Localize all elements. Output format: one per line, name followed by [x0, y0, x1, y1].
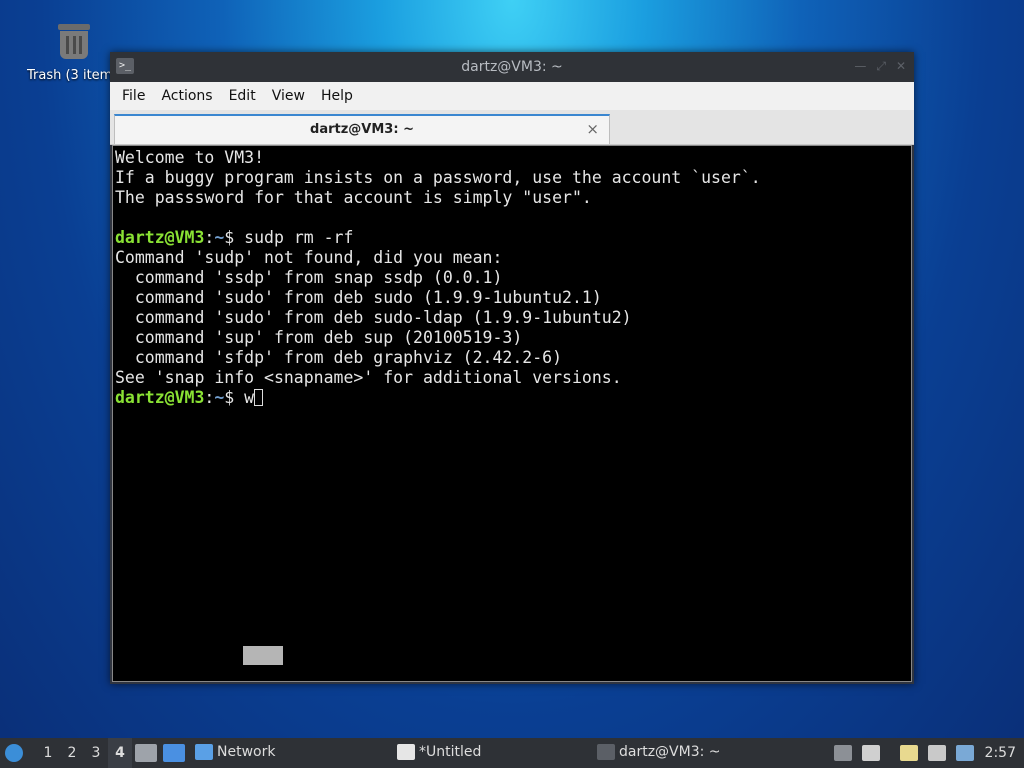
terminal-line: The passsword for that account is simply… — [115, 188, 592, 207]
prompt-dollar: $ — [224, 228, 245, 247]
update-notifier-icon[interactable] — [955, 745, 974, 761]
terminal-window: >_ dartz@VM3: ~ — ⤢ ✕ File Actions Edit … — [110, 52, 914, 684]
start-menu-button[interactable] — [0, 738, 28, 768]
trash-icon — [56, 22, 92, 62]
workspace-3[interactable]: 3 — [84, 745, 108, 761]
scroll-up-icon[interactable] — [833, 745, 852, 761]
terminal-line: Welcome to VM3! — [115, 148, 265, 167]
task-terminal[interactable]: dartz@VM3: ~ — [597, 744, 721, 760]
menu-view[interactable]: View — [264, 88, 313, 104]
terminal-line: If a buggy program insists on a password… — [115, 168, 761, 187]
clock[interactable]: 2:57 — [985, 745, 1016, 761]
terminal-line: command 'ssdp' from snap ssdp (0.0.1) — [115, 268, 503, 287]
tab-title: dartz@VM3: ~ — [310, 122, 414, 137]
workspace-4[interactable]: 4 — [108, 738, 132, 768]
file-manager-icon[interactable] — [135, 744, 157, 762]
prompt-separator: : — [204, 228, 215, 247]
terminal-line: command 'sudo' from deb sudo (1.9.9-1ubu… — [115, 288, 602, 307]
terminal-line: command 'sup' from deb sup (20100519-3) — [115, 328, 523, 347]
scroll-indicator[interactable] — [243, 646, 283, 665]
task-terminal-label: dartz@VM3: ~ — [619, 744, 721, 760]
taskbar: 1 2 3 4 Network *Untitled dartz@VM3: ~ 2… — [0, 738, 1024, 768]
folder-icon — [195, 744, 213, 760]
prompt-separator: : — [204, 388, 215, 407]
close-icon[interactable]: ✕ — [896, 59, 906, 74]
lubuntu-logo-icon — [5, 744, 23, 762]
trash-label: Trash (3 items) — [27, 68, 113, 83]
menu-edit[interactable]: Edit — [221, 88, 264, 104]
prompt-path: ~ — [214, 228, 225, 247]
task-untitled[interactable]: *Untitled — [397, 744, 481, 760]
network-label: Network — [217, 744, 276, 760]
prompt-line: dartz@VM3:~$ sudp rm -rf — [115, 228, 911, 248]
prompt-path: ~ — [214, 388, 225, 407]
terminal-icon — [597, 744, 615, 760]
volume-icon[interactable] — [861, 745, 880, 761]
network-icon[interactable] — [927, 745, 946, 761]
prompt-line: dartz@VM3:~$ w — [115, 388, 911, 408]
maximize-icon[interactable]: ⤢ — [876, 59, 886, 74]
text-cursor — [254, 389, 264, 406]
clipboard-icon[interactable] — [899, 745, 918, 761]
menu-actions[interactable]: Actions — [153, 88, 220, 104]
terminal-line: command 'sudo' from deb sudo-ldap (1.9.9… — [115, 308, 632, 327]
system-tray: 2:57 — [829, 738, 1024, 768]
network-launcher[interactable]: Network — [195, 744, 275, 760]
menu-file[interactable]: File — [114, 88, 153, 104]
text-editor-icon — [397, 744, 415, 760]
prompt-user: dartz@VM3 — [115, 388, 205, 407]
window-title: dartz@VM3: ~ — [461, 59, 563, 75]
terminal-line: See 'snap info <snapname>' for additiona… — [115, 368, 622, 387]
trash-desktop-icon[interactable]: Trash (3 items) — [24, 22, 124, 83]
command-text: sudp rm -rf — [244, 228, 354, 247]
minimize-icon[interactable]: — — [854, 59, 866, 74]
workspace-1[interactable]: 1 — [36, 745, 60, 761]
terminal-line: Command 'sudp' not found, did you mean: — [115, 248, 503, 267]
command-text: w — [244, 388, 255, 407]
menu-bar: File Actions Edit View Help — [110, 82, 914, 110]
workspace-2[interactable]: 2 — [60, 745, 84, 761]
tab-close-icon[interactable]: × — [586, 120, 599, 138]
terminal-output[interactable]: Welcome to VM3! If a buggy program insis… — [112, 145, 912, 682]
tab-terminal[interactable]: dartz@VM3: ~ × — [114, 114, 610, 144]
task-untitled-label: *Untitled — [419, 744, 482, 760]
terminal-line: command 'sfdp' from deb graphviz (2.42.2… — [115, 348, 563, 367]
window-titlebar[interactable]: >_ dartz@VM3: ~ — ⤢ ✕ — [110, 52, 914, 82]
menu-help[interactable]: Help — [313, 88, 361, 104]
prompt-dollar: $ — [224, 388, 245, 407]
tab-bar: dartz@VM3: ~ × — [110, 110, 914, 145]
prompt-user: dartz@VM3 — [115, 228, 205, 247]
show-desktop-icon[interactable] — [163, 744, 185, 762]
